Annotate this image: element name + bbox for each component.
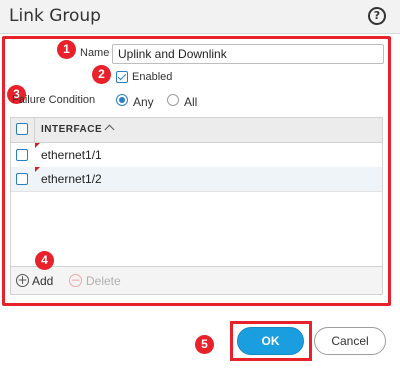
modified-flag-icon bbox=[35, 143, 40, 148]
interface-cell[interactable]: ethernet1/2 bbox=[41, 172, 102, 186]
grid-footer: + Add − Delete bbox=[11, 266, 382, 294]
enabled-checkbox[interactable] bbox=[116, 71, 128, 83]
failure-all-label: All bbox=[184, 95, 198, 109]
ok-button[interactable]: OK bbox=[237, 327, 304, 355]
failure-any-radio[interactable] bbox=[116, 94, 128, 106]
name-label: Name bbox=[80, 47, 110, 59]
cancel-button[interactable]: Cancel bbox=[314, 327, 386, 355]
name-input[interactable] bbox=[112, 44, 384, 64]
interface-column-header[interactable]: INTERFACE bbox=[41, 124, 102, 135]
annotation-badge-2: 2 bbox=[92, 65, 111, 84]
failure-any-label: Any bbox=[133, 95, 154, 109]
modified-flag-icon bbox=[35, 167, 40, 172]
failure-condition-label: Failure Condition bbox=[12, 94, 96, 106]
select-all-checkbox[interactable] bbox=[16, 123, 28, 135]
add-button[interactable]: Add bbox=[32, 274, 53, 288]
annotation-badge-4: 4 bbox=[35, 251, 54, 270]
annotation-badge-1: 1 bbox=[57, 40, 76, 59]
failure-all-radio[interactable] bbox=[167, 94, 179, 106]
interface-cell[interactable]: ethernet1/1 bbox=[41, 148, 102, 162]
delete-button: Delete bbox=[86, 274, 121, 288]
grid-header: INTERFACE bbox=[11, 118, 382, 143]
interface-grid: INTERFACE ethernet1/1 ethernet1/2 + Add … bbox=[10, 117, 383, 295]
delete-icon: − bbox=[69, 273, 82, 287]
add-icon[interactable]: + bbox=[16, 274, 29, 287]
help-icon[interactable]: ? bbox=[368, 7, 386, 25]
row-checkbox[interactable] bbox=[16, 149, 28, 161]
sort-ascending-icon[interactable] bbox=[104, 124, 115, 135]
dialog-title-bar: Link Group ? bbox=[0, 0, 400, 34]
annotation-badge-5: 5 bbox=[195, 335, 214, 354]
enabled-label: Enabled bbox=[132, 71, 173, 83]
table-row[interactable]: ethernet1/1 bbox=[11, 143, 382, 168]
column-divider bbox=[34, 118, 35, 142]
row-checkbox[interactable] bbox=[16, 173, 28, 185]
dialog-title: Link Group bbox=[9, 6, 101, 26]
table-row[interactable]: ethernet1/2 bbox=[11, 167, 382, 192]
